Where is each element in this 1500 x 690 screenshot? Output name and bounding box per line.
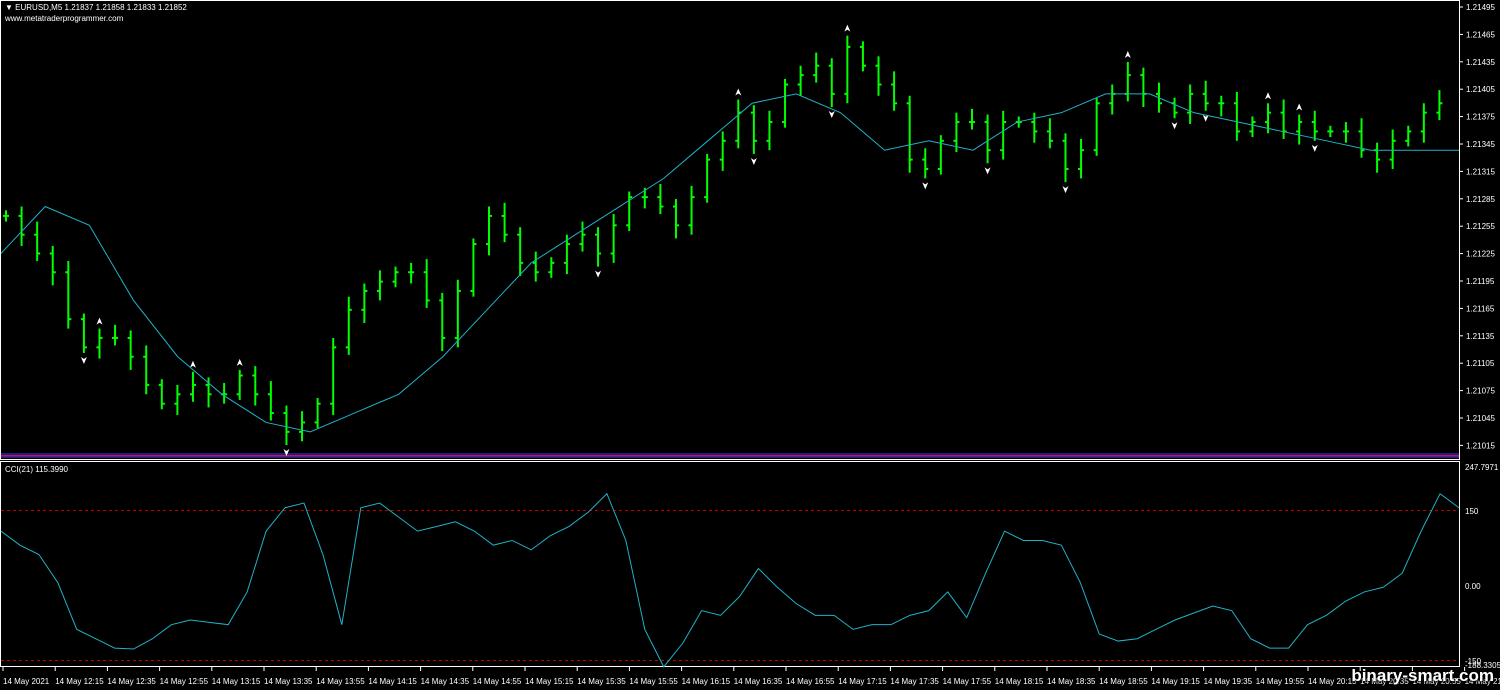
time-tick-label: 14 May 18:15 (995, 677, 1044, 686)
price-tick-label: 1.21375 (1466, 113, 1495, 122)
time-tick-label: 14 May 19:35 (1204, 677, 1253, 686)
time-tick-label: 14 May 14:55 (473, 677, 522, 686)
time-tick-label: 14 May 15:55 (629, 677, 678, 686)
price-tick-label: 1.21285 (1466, 195, 1495, 204)
price-tick-label: 1.21165 (1466, 304, 1495, 313)
symbol-label: EURUSD,M5 (15, 3, 63, 12)
price-axis[interactable]: 1.21495 1.21465 1.21435 1.21405 1.21375 1.213… (1459, 3, 1495, 450)
time-tick-label: 14 May 13:35 (264, 677, 313, 686)
watermark: binary-smart.com (1351, 666, 1494, 685)
time-axis[interactable]: 14 May 2021 14 May 12:15 14 May 12:35 14 Ma… (2, 667, 1500, 686)
price-tick-label: 1.21075 (1466, 387, 1495, 396)
price-tick-label: 1.21045 (1466, 414, 1495, 423)
price-tick-label: 1.21255 (1466, 222, 1495, 231)
time-tick-label: 14 May 17:15 (838, 677, 887, 686)
time-tick-label: 14 May 12:35 (107, 677, 156, 686)
time-tick-label: 14 May 2021 (3, 677, 50, 686)
time-tick-label: 14 May 14:15 (368, 677, 417, 686)
time-tick-label: 14 May 16:35 (734, 677, 783, 686)
time-tick-label: 14 May 12:15 (55, 677, 104, 686)
indicator-panel[interactable] (0, 461, 1460, 667)
price-tick-label: 1.21015 (1466, 441, 1495, 450)
time-tick-label: 14 May 17:35 (890, 677, 939, 686)
time-tick-label: 14 May 12:55 (160, 677, 209, 686)
time-tick-label: 14 May 13:55 (316, 677, 365, 686)
dropdown-triangle-icon[interactable]: ▼ (5, 3, 13, 12)
chart-header: ▼ EURUSD,M5 1.21837 1.21858 1.21833 1.21… (5, 3, 187, 12)
time-tick-label: 14 May 14:35 (421, 677, 470, 686)
price-tick-label: 1.21225 (1466, 250, 1495, 259)
time-tick-label: 14 May 19:55 (1256, 677, 1305, 686)
time-tick-label: 14 May 18:35 (1047, 677, 1096, 686)
price-tick-label: 1.21105 (1466, 359, 1495, 368)
price-tick-label: 1.21315 (1466, 167, 1495, 176)
price-tick-label: 1.21135 (1466, 332, 1495, 341)
time-tick-label: 14 May 15:15 (525, 677, 574, 686)
price-tick-label: 1.21195 (1466, 277, 1495, 286)
price-panel[interactable] (0, 0, 1460, 460)
chart-window[interactable]: 1.21495 1.21465 1.21435 1.21405 1.21375 1.213… (0, 0, 1500, 690)
cci-level-0-label: 0.00 (1465, 582, 1481, 591)
time-tick-label: 14 May 13:15 (212, 677, 261, 686)
time-tick-label: 14 May 17:55 (943, 677, 992, 686)
time-tick-label: 14 May 16:15 (682, 677, 731, 686)
time-tick-label: 14 May 15:35 (577, 677, 626, 686)
signal-stripe-band (1, 453, 1459, 458)
time-tick-label: 14 May 16:55 (786, 677, 835, 686)
cci-level-150-label: 150 (1465, 507, 1479, 516)
price-tick-label: 1.21405 (1466, 85, 1495, 94)
time-tick-label: 14 May 19:15 (1151, 677, 1200, 686)
time-tick-label: 14 May 20:15 (1308, 677, 1357, 686)
ohlc-values: 1.21837 1.21858 1.21833 1.21852 (64, 3, 187, 12)
time-tick-label: 14 May 18:55 (1099, 677, 1148, 686)
price-tick-label: 1.21465 (1466, 30, 1495, 39)
price-tick-label: 1.21495 (1466, 3, 1495, 12)
website-label: www.metatraderprogrammer.com (5, 14, 124, 23)
price-tick-label: 1.21345 (1466, 140, 1495, 149)
price-tick-label: 1.21435 (1466, 58, 1495, 67)
cci-max-label: 247.7971 (1465, 463, 1499, 472)
cci-title: CCI(21) 115.3990 (5, 465, 68, 474)
